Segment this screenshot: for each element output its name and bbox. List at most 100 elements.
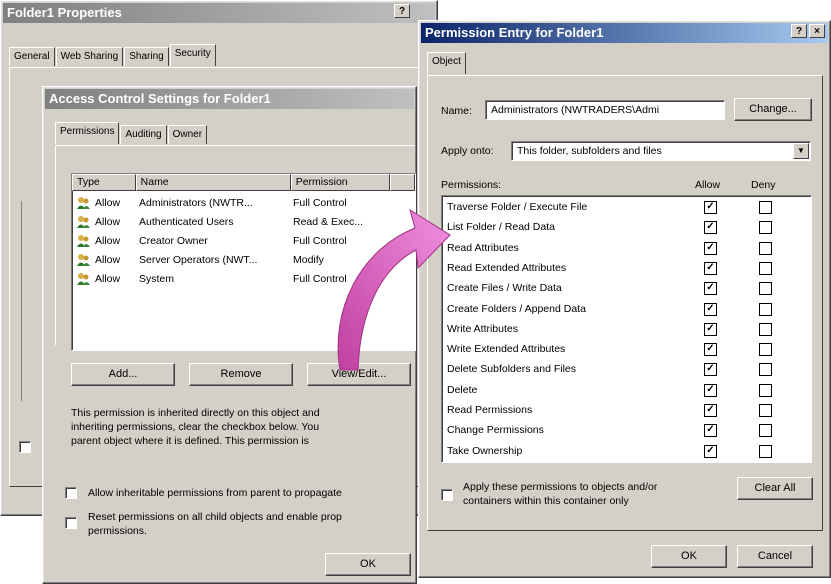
reset-permissions-label-2: permissions. (88, 525, 147, 537)
allow-checkbox[interactable]: ✓ (704, 363, 717, 377)
change-button[interactable]: Change... (734, 98, 812, 121)
deny-checkbox[interactable] (759, 444, 772, 458)
access-control-title: Access Control Settings for Folder1 (49, 91, 271, 106)
folder-properties-bg-checkbox (19, 441, 31, 453)
access-control-tabs: Permissions Auditing Owner (55, 122, 208, 145)
permission-name: Take Ownership (447, 444, 523, 457)
permission-row: Delete Subfolders and Files ✓ (442, 360, 811, 380)
reset-permissions-checkbox[interactable] (65, 517, 77, 529)
allow-checkbox[interactable]: ✓ (704, 343, 717, 357)
permission-row: Read Extended Attributes ✓ (442, 259, 811, 279)
apply-to-container-label-2: containers within this container only (463, 495, 629, 507)
tab-owner[interactable]: Owner (167, 125, 208, 144)
remove-button[interactable]: Remove (189, 363, 293, 386)
tab-object[interactable]: Object (427, 52, 466, 74)
apply-onto-select[interactable]: This folder, subfolders and files ▼ (511, 141, 811, 161)
permission-name: Traverse Folder / Execute File (447, 201, 588, 213)
deny-checkbox[interactable] (759, 261, 772, 275)
tab-web-sharing[interactable]: Web Sharing (55, 47, 124, 66)
entry-type: Allow (95, 197, 121, 209)
arrow-icon (337, 208, 451, 371)
apply-onto-label: Apply onto: (441, 145, 494, 157)
folder-properties-title: Folder1 Properties (7, 5, 122, 20)
deny-checkbox[interactable] (759, 201, 772, 214)
permission-row: Create Files / Write Data ✓ (442, 279, 811, 299)
permission-row: Read Permissions ✓ (442, 401, 811, 421)
allow-checkbox[interactable]: ✓ (704, 424, 717, 438)
permission-entry-tabs: Object (427, 52, 467, 75)
permission-entry-cancel-button[interactable]: Cancel (737, 545, 813, 568)
entry-name: System (139, 273, 175, 285)
permission-name: Read Permissions (447, 404, 533, 416)
permission-entry-ok-button[interactable]: OK (651, 545, 727, 568)
permission-name: Delete (447, 383, 478, 396)
permission-name: Read Extended Attributes (447, 261, 567, 274)
tab-sharing[interactable]: Sharing (124, 47, 169, 66)
permission-name: Change Permissions (447, 424, 544, 437)
access-control-ok-button[interactable]: OK (325, 553, 411, 576)
apply-to-container-checkbox[interactable] (441, 489, 453, 501)
permission-row: Write Attributes ✓ (442, 320, 811, 340)
deny-checkbox[interactable] (759, 282, 772, 296)
inherit-info-line-2: inheriting permissions, clear the checkb… (71, 421, 320, 433)
allow-inheritable-label: Allow inheritable permissions from paren… (88, 487, 342, 499)
add-button[interactable]: Add... (71, 363, 175, 386)
deny-checkbox[interactable] (759, 302, 772, 316)
folder-properties-bg-line (21, 201, 22, 401)
allow-inheritable-checkbox[interactable] (65, 487, 77, 499)
tab-auditing[interactable]: Auditing (120, 125, 167, 144)
permission-row: Traverse Folder / Execute File ✓ (442, 198, 811, 218)
deny-checkbox[interactable] (759, 322, 772, 336)
allow-checkbox[interactable]: ✓ (704, 282, 717, 296)
access-control-titlebar[interactable]: Access Control Settings for Folder1 (45, 89, 414, 109)
permission-name: Delete Subfolders and Files (447, 363, 576, 376)
entry-name: Administrators (NWTR... (139, 197, 253, 209)
entry-type: Allow (95, 273, 121, 285)
tab-permissions[interactable]: Permissions (55, 122, 120, 144)
allow-checkbox[interactable]: ✓ (704, 322, 717, 336)
tab-security[interactable]: Security (169, 44, 216, 66)
deny-checkbox[interactable] (759, 363, 772, 377)
allow-checkbox[interactable]: ✓ (704, 201, 717, 214)
permission-name: List Folder / Read Data (447, 221, 555, 234)
tab-general[interactable]: General (9, 47, 55, 66)
user-group-icon (76, 215, 92, 229)
permission-entry-close-button[interactable]: × (809, 24, 825, 38)
clear-all-button[interactable]: Clear All (737, 477, 813, 500)
allow-checkbox[interactable]: ✓ (704, 221, 717, 235)
chevron-down-icon[interactable]: ▼ (793, 143, 809, 159)
permissions-list[interactable]: Traverse Folder / Execute File ✓ List Fold… (441, 195, 812, 463)
allow-checkbox[interactable]: ✓ (704, 302, 717, 316)
permission-entry-title: Permission Entry for Folder1 (425, 25, 604, 40)
entry-name: Server Operators (NWT... (139, 254, 258, 266)
allow-checkbox[interactable]: ✓ (704, 444, 717, 458)
name-field[interactable]: Administrators (NWTRADERS\Admi (485, 100, 725, 120)
allow-checkbox[interactable]: ✓ (704, 241, 717, 255)
allow-column-header: Allow (695, 179, 721, 191)
allow-checkbox[interactable]: ✓ (704, 261, 717, 275)
deny-checkbox[interactable] (759, 404, 772, 417)
deny-checkbox[interactable] (759, 424, 772, 438)
folder-properties-titlebar[interactable]: Folder1 Properties (3, 3, 435, 23)
permission-row: Change Permissions ✓ (442, 421, 811, 441)
deny-checkbox[interactable] (759, 241, 772, 255)
deny-checkbox[interactable] (759, 343, 772, 357)
reset-permissions-label-1: Reset permissions on all child objects a… (88, 511, 342, 523)
deny-checkbox[interactable] (759, 383, 772, 397)
name-label: Name: (441, 105, 472, 117)
permission-entry-window: Permission Entry for Folder1 ? × Object … (418, 20, 831, 578)
deny-checkbox[interactable] (759, 221, 772, 235)
column-type[interactable]: Type (72, 174, 136, 191)
allow-checkbox[interactable]: ✓ (704, 404, 717, 417)
folder-properties-tabs: General Web Sharing Sharing Security (9, 44, 217, 67)
inherit-info-line-1: This permission is inherited directly on… (71, 407, 320, 419)
permission-entry-titlebar[interactable]: Permission Entry for Folder1 (421, 23, 828, 43)
permission-entry-help-button[interactable]: ? (791, 24, 807, 38)
permission-row: Take Ownership ✓ (442, 442, 811, 462)
column-name[interactable]: Name (135, 174, 291, 191)
permission-row: Delete ✓ (442, 381, 811, 401)
permission-name: Create Files / Write Data (447, 282, 562, 295)
permission-row: Read Attributes ✓ (442, 239, 811, 259)
folder-properties-help-button[interactable]: ? (394, 4, 410, 18)
allow-checkbox[interactable]: ✓ (704, 383, 717, 397)
